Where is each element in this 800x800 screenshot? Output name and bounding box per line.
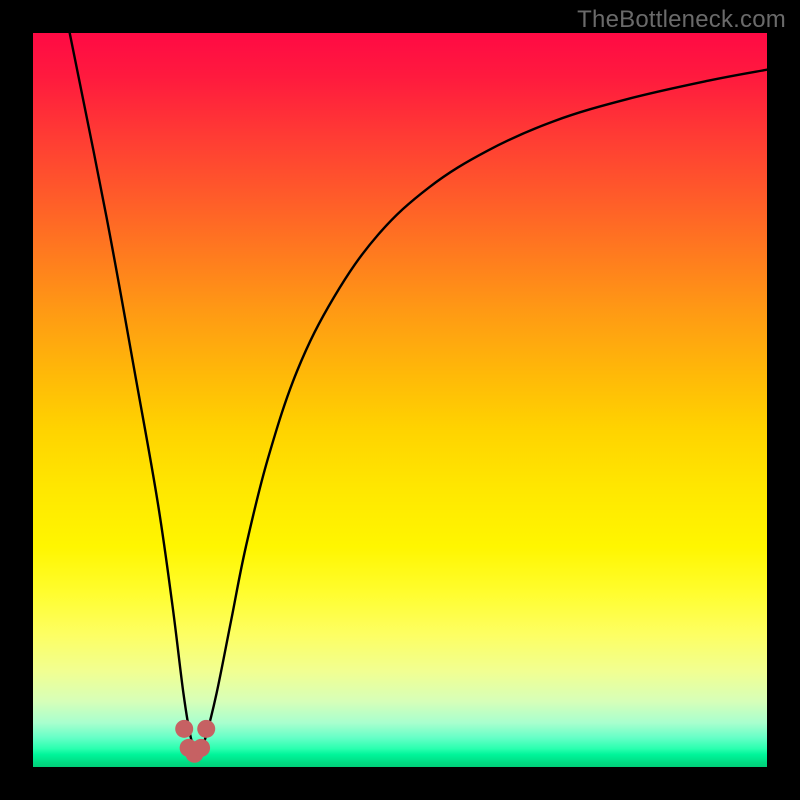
- watermark-text: TheBottleneck.com: [577, 6, 786, 34]
- highlight-marker: [197, 720, 215, 738]
- highlight-marker: [175, 720, 193, 738]
- bottleneck-curve: [33, 33, 767, 767]
- highlight-marker: [192, 739, 210, 757]
- plot-area: [33, 33, 767, 767]
- chart-frame: TheBottleneck.com: [0, 0, 800, 800]
